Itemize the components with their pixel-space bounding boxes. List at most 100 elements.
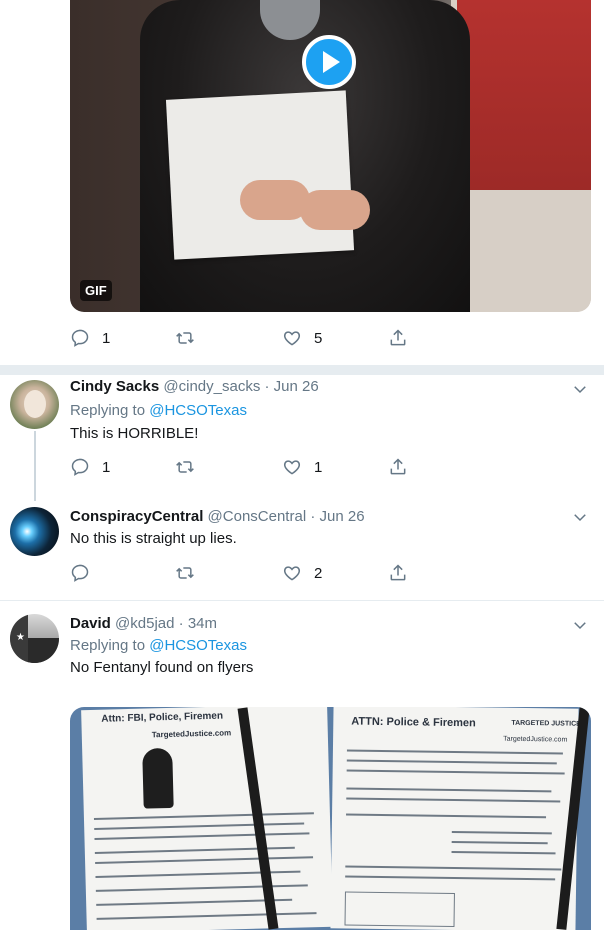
retweet-button[interactable] bbox=[175, 457, 207, 477]
replying-to: Replying to @HCSOTexas bbox=[70, 402, 247, 419]
separator-dot: · bbox=[264, 378, 270, 395]
flyer-text-line bbox=[346, 787, 552, 793]
reply-button[interactable] bbox=[70, 563, 102, 583]
reply-icon bbox=[71, 564, 89, 582]
retweet-button[interactable] bbox=[175, 328, 207, 348]
wall-panel bbox=[451, 190, 591, 312]
avatar-star-icon: ★ bbox=[16, 632, 25, 643]
tweet-divider bbox=[0, 600, 604, 601]
flyer-left-title: Attn: FBI, Police, Firemen bbox=[101, 710, 224, 725]
like-icon bbox=[283, 460, 301, 475]
reply-count: 1 bbox=[102, 329, 111, 347]
mention-link[interactable]: @HCSOTexas bbox=[149, 637, 247, 654]
share-button[interactable] bbox=[388, 457, 408, 477]
gif-media[interactable]: GIF bbox=[70, 0, 591, 312]
share-icon bbox=[390, 564, 406, 581]
like-count: 2 bbox=[314, 564, 323, 582]
flyer-diagram bbox=[344, 891, 455, 928]
user-handle[interactable]: @cindy_sacks bbox=[163, 378, 260, 395]
reply-icon bbox=[71, 329, 89, 347]
replying-to: Replying to @HCSOTexas bbox=[70, 637, 247, 654]
tweet-header: Cindy Sacks @cindy_sacks · Jun 26 bbox=[70, 378, 319, 395]
section-divider bbox=[0, 365, 604, 375]
display-name[interactable]: David bbox=[70, 615, 111, 632]
flyer-right-title: ATTN: Police & Firemen bbox=[351, 715, 476, 730]
avatar-dog bbox=[24, 390, 46, 418]
display-name[interactable]: ConspiracyCentral bbox=[70, 508, 203, 525]
avatar[interactable] bbox=[10, 507, 59, 556]
paper-sheet bbox=[165, 90, 355, 260]
mention-link[interactable]: @HCSOTexas bbox=[149, 402, 247, 419]
photo-media[interactable]: Attn: FBI, Police, Firemen TargetedJusti… bbox=[70, 707, 591, 930]
like-icon bbox=[283, 566, 301, 581]
flyer-text-line bbox=[346, 759, 557, 765]
user-handle[interactable]: @kd5jad bbox=[115, 615, 174, 632]
flyer-text-line bbox=[346, 769, 565, 775]
like-count: 1 bbox=[314, 458, 323, 476]
retweet-icon bbox=[176, 567, 194, 579]
replying-to-label: Replying to bbox=[70, 637, 146, 654]
flyer-text-line bbox=[346, 749, 563, 755]
flyer-text-line bbox=[346, 797, 561, 803]
tweet-header: David @kd5jad · 34m bbox=[70, 615, 217, 632]
avatar[interactable] bbox=[10, 380, 59, 429]
retweet-icon bbox=[176, 332, 194, 344]
share-button[interactable] bbox=[388, 328, 408, 348]
share-icon bbox=[390, 329, 406, 346]
reply-icon bbox=[71, 458, 89, 476]
flyer-text-line bbox=[96, 898, 293, 906]
flyer-text-line bbox=[451, 840, 548, 845]
separator-dot: · bbox=[178, 615, 184, 632]
flyer-text-line bbox=[346, 813, 547, 819]
flyer-text-line bbox=[96, 912, 317, 920]
like-count: 5 bbox=[314, 329, 323, 347]
silhouette-figure bbox=[142, 747, 174, 809]
flyer-left: Attn: FBI, Police, Firemen TargetedJusti… bbox=[81, 707, 333, 930]
tweet-actions: 1 1 bbox=[70, 457, 430, 481]
play-button[interactable] bbox=[302, 35, 356, 89]
tweet-text: This is HORRIBLE! bbox=[70, 425, 199, 442]
tweet-text: No this is straight up lies. bbox=[70, 530, 237, 547]
avatar[interactable]: ★ bbox=[10, 614, 59, 663]
flyer-text-line bbox=[95, 884, 308, 892]
flyer-text-line bbox=[345, 875, 556, 881]
tweet-time[interactable]: Jun 26 bbox=[274, 378, 319, 395]
flyer-right-logo: TARGETED JUSTICE bbox=[511, 719, 581, 728]
reply-button[interactable]: 1 bbox=[70, 328, 110, 348]
tweet-actions: 2 bbox=[70, 563, 430, 587]
reply-button[interactable]: 1 bbox=[70, 457, 110, 477]
display-name[interactable]: Cindy Sacks bbox=[70, 378, 159, 395]
like-button[interactable]: 2 bbox=[282, 563, 322, 583]
like-button[interactable]: 5 bbox=[282, 328, 322, 348]
chevron-down-icon[interactable] bbox=[571, 508, 589, 526]
like-icon bbox=[283, 331, 301, 346]
share-icon bbox=[390, 458, 406, 475]
tweet-text: No Fentanyl found on flyers bbox=[70, 659, 254, 676]
separator-dot: · bbox=[310, 508, 316, 525]
replying-to-label: Replying to bbox=[70, 402, 146, 419]
avatar-flag-band bbox=[28, 638, 59, 663]
retweet-icon bbox=[176, 461, 194, 473]
reply-count: 1 bbox=[102, 458, 111, 476]
tweet-header: ConspiracyCentral @ConsCentral · Jun 26 bbox=[70, 508, 365, 525]
retweet-button[interactable] bbox=[175, 563, 207, 583]
tweet-time[interactable]: 34m bbox=[188, 615, 217, 632]
flyer-text-line bbox=[451, 850, 556, 855]
right-hand bbox=[300, 190, 370, 230]
gif-badge: GIF bbox=[80, 280, 112, 301]
wall-background bbox=[451, 0, 591, 190]
flyer-right: ATTN: Police & Firemen TARGETED JUSTICE … bbox=[330, 707, 581, 930]
flyer-text-line bbox=[451, 830, 552, 835]
chevron-down-icon[interactable] bbox=[571, 616, 589, 634]
flyer-text-line bbox=[94, 822, 305, 830]
like-button[interactable]: 1 bbox=[282, 457, 322, 477]
flyer-text-line bbox=[94, 832, 310, 840]
flyer-text-line bbox=[345, 865, 562, 871]
user-handle[interactable]: @ConsCentral bbox=[208, 508, 307, 525]
share-button[interactable] bbox=[388, 563, 408, 583]
flyer-right-site: TargetedJustice.com bbox=[503, 735, 568, 744]
tweet-time[interactable]: Jun 26 bbox=[320, 508, 365, 525]
flyer-left-site: TargetedJustice.com bbox=[151, 728, 232, 740]
thread-line bbox=[34, 431, 36, 501]
chevron-down-icon[interactable] bbox=[571, 380, 589, 398]
